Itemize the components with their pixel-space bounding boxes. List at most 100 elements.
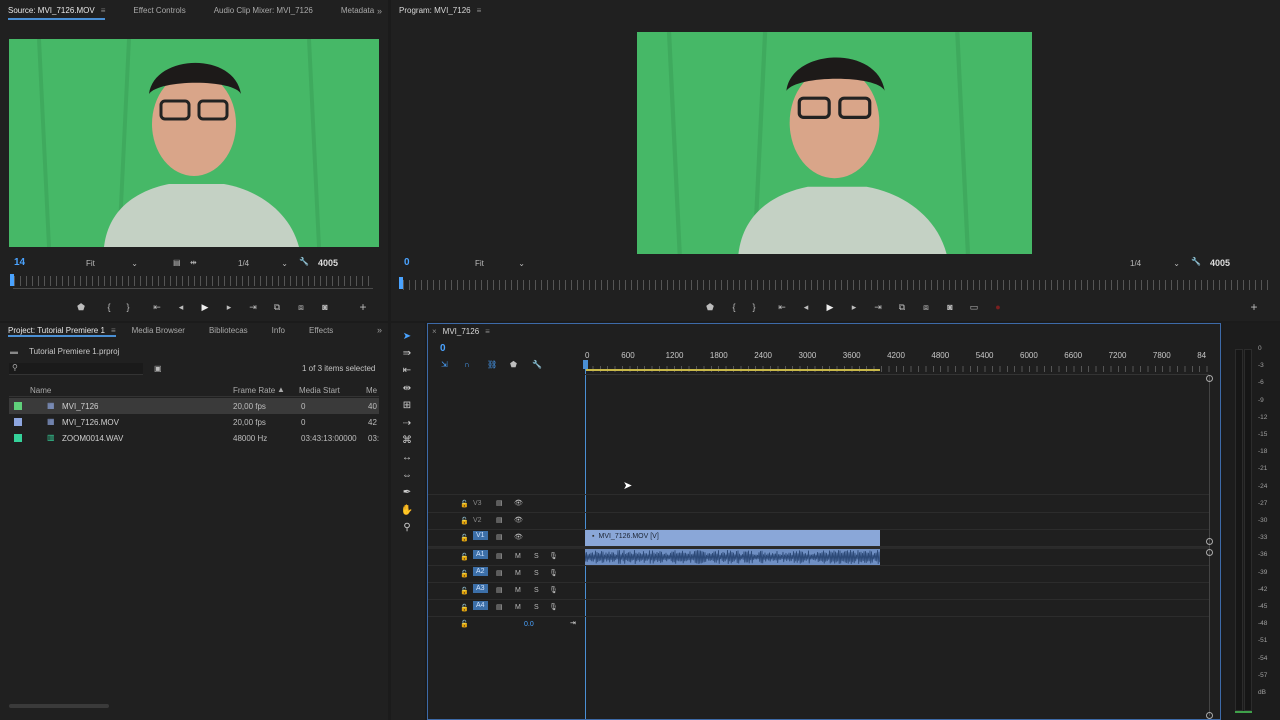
- mute-button[interactable]: M: [515, 553, 521, 560]
- microphone-icon[interactable]: 🎙: [549, 586, 558, 594]
- pen-tool-icon[interactable]: ✒: [398, 487, 416, 498]
- lock-icon[interactable]: 🔓: [460, 604, 469, 612]
- linked-selection-icon[interactable]: ⛓: [487, 360, 510, 369]
- project-overflow-chevron-icon[interactable]: »: [377, 325, 382, 335]
- go-to-end-icon[interactable]: ⇥: [570, 619, 576, 627]
- overwrite-icon[interactable]: ⧈: [289, 302, 313, 313]
- wrench-icon[interactable]: 🔧: [299, 257, 309, 266]
- scroll-handle-mid2[interactable]: [1206, 549, 1213, 556]
- lock-icon[interactable]: 🔓: [460, 553, 469, 561]
- program-add-button-icon[interactable]: +: [1242, 300, 1266, 314]
- nest-icon[interactable]: ⇲: [441, 360, 464, 369]
- program-step-back-icon[interactable]: ◂: [794, 302, 818, 313]
- tab-media-browser[interactable]: Media Browser: [132, 323, 185, 339]
- sync-lock-icon[interactable]: ▤: [496, 516, 503, 524]
- slip-tool-icon[interactable]: ↔: [398, 452, 416, 463]
- microphone-icon[interactable]: 🎙: [549, 552, 558, 560]
- tab-info[interactable]: Info: [272, 323, 285, 339]
- program-go-to-in-icon[interactable]: ⇤: [770, 302, 794, 313]
- col-extra[interactable]: Me: [366, 386, 377, 395]
- marker-icon[interactable]: ⬟: [75, 302, 87, 313]
- solo-button[interactable]: S: [534, 604, 539, 611]
- vertical-scrollbar[interactable]: [1209, 376, 1210, 716]
- mute-button[interactable]: M: [515, 570, 521, 577]
- source-timecode[interactable]: 14: [14, 257, 25, 268]
- program-go-to-out-icon[interactable]: ⇥: [866, 302, 890, 313]
- eye-icon[interactable]: 👁: [514, 499, 523, 507]
- program-wrench-icon[interactable]: 🔧: [1191, 257, 1201, 266]
- microphone-icon[interactable]: 🎙: [549, 603, 558, 611]
- settings-icon[interactable]: ▤: [173, 258, 181, 267]
- project-hscroll[interactable]: [9, 704, 109, 708]
- program-camera-icon[interactable]: ◙: [938, 302, 962, 312]
- microphone-icon[interactable]: 🎙: [549, 569, 558, 577]
- track-label[interactable]: A4: [473, 601, 488, 610]
- solo-button[interactable]: S: [534, 570, 539, 577]
- add-marker-icon[interactable]: ⬟: [510, 360, 532, 369]
- razor-tool-icon[interactable]: ⌘: [398, 435, 416, 446]
- project-list-item[interactable]: ▥ ZOOM0014.WAV 48000 Hz 03:43:13:00000 0…: [9, 430, 379, 446]
- source-scrubber[interactable]: [14, 276, 374, 286]
- rate-stretch-tool-icon[interactable]: ⊞: [398, 400, 416, 411]
- tab-effect-controls[interactable]: Effect Controls: [133, 0, 185, 22]
- source-resolution-select[interactable]: 1/4 ⌄: [238, 259, 288, 268]
- video-clip[interactable]: ▪ MVI_7126.MOV [V]: [585, 530, 880, 546]
- zoom-tool-icon[interactable]: ⚲: [398, 522, 416, 533]
- play-button[interactable]: ▶: [193, 302, 217, 313]
- label-color-swatch[interactable]: [14, 418, 22, 426]
- sync-lock-icon[interactable]: ▤: [496, 569, 503, 577]
- lock-icon[interactable]: 🔓: [460, 534, 469, 542]
- close-icon[interactable]: ×: [432, 327, 437, 336]
- work-area-bar[interactable]: [586, 369, 880, 371]
- source-zoom-select[interactable]: Fit ⌄: [86, 259, 138, 268]
- playhead-cap[interactable]: [583, 360, 588, 369]
- compare-icon[interactable]: ▭: [962, 302, 986, 313]
- ripple-edit-tool-icon[interactable]: ⇤: [398, 365, 416, 376]
- lift-icon[interactable]: ⧉: [890, 302, 914, 313]
- lock-icon[interactable]: 🔓: [460, 587, 469, 595]
- audio-clip[interactable]: [585, 549, 880, 565]
- timeline-timecode[interactable]: 0: [440, 343, 446, 354]
- lock-icon[interactable]: 🔓: [460, 500, 469, 508]
- hand-tool-icon[interactable]: ✋: [398, 505, 416, 516]
- scroll-handle-bottom[interactable]: [1206, 712, 1213, 719]
- go-to-in-icon[interactable]: ⇤: [145, 302, 169, 313]
- program-play-button[interactable]: ▶: [818, 302, 842, 313]
- sync-lock-icon[interactable]: ▤: [496, 533, 503, 541]
- tab-bibliotecas[interactable]: Bibliotecas: [209, 323, 248, 339]
- record-icon[interactable]: ●: [986, 302, 1010, 312]
- mark-in-icon[interactable]: {: [97, 302, 121, 312]
- scroll-handle-top[interactable]: [1206, 375, 1213, 382]
- source-playhead[interactable]: [10, 274, 14, 286]
- lock-icon[interactable]: 🔓: [460, 620, 469, 628]
- extract-icon[interactable]: ⧈: [914, 302, 938, 313]
- program-resolution-select[interactable]: 1/4 ⌄: [1130, 259, 1180, 268]
- mark-out-icon[interactable]: }: [121, 302, 135, 312]
- sync-lock-icon[interactable]: ▤: [496, 586, 503, 594]
- timeline-tab[interactable]: × MVI_7126 ≡: [432, 327, 490, 336]
- tab-effects[interactable]: Effects: [309, 323, 333, 339]
- tab-metadata[interactable]: Metadata: [341, 0, 374, 22]
- mute-button[interactable]: M: [515, 587, 521, 594]
- overflow-chevron-icon[interactable]: »: [377, 6, 382, 16]
- program-scrubber[interactable]: [403, 280, 1269, 290]
- program-zoom-select[interactable]: Fit ⌄: [475, 259, 525, 268]
- insert-overwrite-icon[interactable]: ⇹: [190, 258, 197, 267]
- lock-icon[interactable]: 🔓: [460, 517, 469, 525]
- sync-lock-icon[interactable]: ▤: [496, 499, 503, 507]
- tab-source[interactable]: Source: MVI_7126.MOV ≡: [8, 0, 106, 22]
- track-label[interactable]: A3: [473, 584, 488, 593]
- solo-button[interactable]: S: [534, 587, 539, 594]
- go-to-out-icon[interactable]: ⇥: [241, 302, 265, 313]
- program-playhead[interactable]: [399, 277, 403, 289]
- sync-lock-icon[interactable]: ▤: [496, 603, 503, 611]
- project-search-input[interactable]: ⚲: [9, 363, 143, 375]
- program-mark-in-icon[interactable]: {: [722, 302, 746, 312]
- col-frame-rate[interactable]: Frame Rate: [233, 386, 275, 395]
- program-mark-out-icon[interactable]: }: [746, 302, 762, 312]
- col-media-start[interactable]: Media Start: [299, 386, 340, 395]
- label-color-swatch[interactable]: [14, 402, 22, 410]
- new-bin-icon[interactable]: ▣: [154, 364, 162, 373]
- track-label[interactable]: V1: [473, 531, 488, 540]
- label-color-swatch[interactable]: [14, 434, 22, 442]
